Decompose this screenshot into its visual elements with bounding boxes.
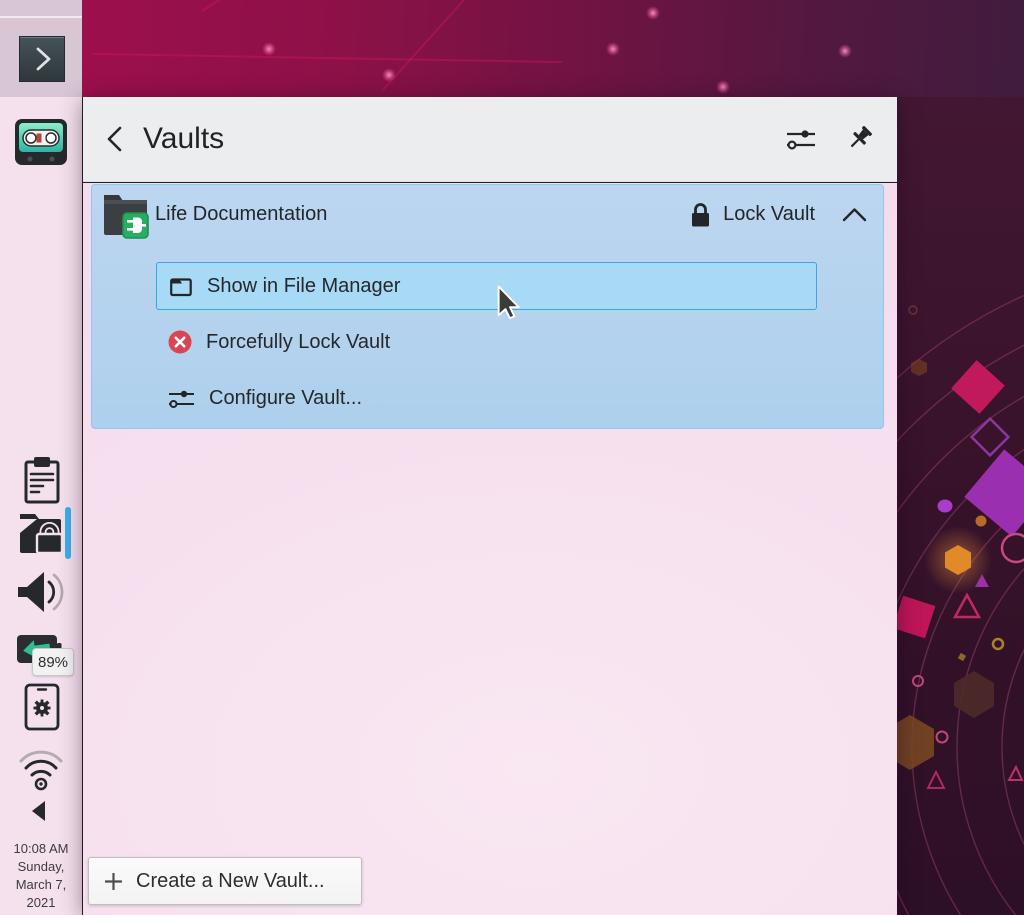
wallpaper-facet bbox=[381, 0, 557, 92]
menu-item-label: Configure Vault... bbox=[209, 386, 363, 409]
vault-folder-icon bbox=[104, 194, 149, 239]
battery-percent-badge: 89% bbox=[32, 648, 74, 676]
wallpaper-sparkle bbox=[838, 44, 852, 58]
wifi-icon bbox=[19, 750, 63, 791]
popup-body: Life Documentation Lock Vault Show in Fi… bbox=[83, 183, 897, 915]
speaker-icon bbox=[18, 572, 64, 612]
vault-name: Life Documentation bbox=[155, 202, 328, 225]
error-icon bbox=[168, 330, 192, 354]
clock-date: March 7, bbox=[15, 877, 67, 892]
wallpaper-facet bbox=[92, 52, 562, 64]
vault-folder-lock-icon bbox=[20, 514, 64, 555]
audio-volume-tray-icon[interactable] bbox=[13, 567, 67, 617]
vaults-popup: Vaults Life Documentation Lock Vault Sho… bbox=[83, 97, 897, 915]
media-player-icon[interactable] bbox=[14, 117, 68, 167]
wallpaper-top-band bbox=[82, 0, 1024, 97]
vaults-tray-icon[interactable] bbox=[17, 509, 64, 557]
popup-header: Vaults bbox=[83, 97, 897, 182]
menu-item-forcefully-lock[interactable]: Forcefully Lock Vault bbox=[156, 318, 817, 366]
create-new-vault-label: Create a New Vault... bbox=[136, 869, 325, 892]
lock-vault-action[interactable]: Lock Vault bbox=[689, 200, 815, 229]
mouse-cursor bbox=[497, 285, 520, 319]
configure-button[interactable] bbox=[785, 126, 817, 152]
wallpaper-facet bbox=[201, 0, 421, 12]
menu-item-label: Show in File Manager bbox=[207, 274, 401, 297]
configure-sliders-icon bbox=[787, 130, 815, 150]
pin-button[interactable] bbox=[843, 123, 875, 155]
triangle-left-icon bbox=[32, 801, 45, 821]
plus-icon bbox=[105, 872, 122, 890]
page-title: Vaults bbox=[143, 122, 225, 155]
configure-sliders-icon bbox=[169, 390, 194, 408]
create-new-vault-button[interactable]: Create a New Vault... bbox=[88, 857, 362, 905]
pin-icon bbox=[850, 126, 872, 148]
active-tray-indicator bbox=[65, 507, 71, 559]
clipboard-icon bbox=[24, 457, 60, 504]
wallpaper-sparkle bbox=[382, 68, 396, 82]
back-button[interactable] bbox=[105, 125, 125, 153]
chevron-up-icon bbox=[842, 207, 867, 221]
clock-time: 10:08 AM bbox=[13, 841, 69, 856]
desktop: 89% 10:08 AM Sunday, March 7, 2021 Vault… bbox=[0, 0, 1024, 915]
vault-row[interactable]: Life Documentation Lock Vault bbox=[92, 185, 883, 243]
kdeconnect-tray-icon[interactable] bbox=[24, 683, 60, 731]
clipboard-tray-icon[interactable] bbox=[21, 456, 63, 504]
menu-item-configure-vault[interactable]: Configure Vault... bbox=[156, 374, 817, 422]
lock-vault-label: Lock Vault bbox=[723, 202, 815, 225]
clock-year: 2021 bbox=[26, 895, 56, 910]
chevron-right-icon bbox=[36, 47, 51, 71]
wallpaper-sparkle bbox=[646, 6, 660, 20]
smartphone-gear-icon bbox=[24, 683, 60, 731]
wallpaper-right-band bbox=[897, 97, 1024, 915]
clock-weekday: Sunday, bbox=[17, 859, 65, 874]
chevron-left-icon bbox=[107, 126, 122, 152]
vault-item-expanded: Life Documentation Lock Vault Show in Fi… bbox=[91, 184, 884, 429]
cassette-icon bbox=[15, 119, 67, 165]
panel-expander-button[interactable] bbox=[19, 36, 65, 82]
digital-clock[interactable]: 10:08 AM Sunday, March 7, 2021 bbox=[0, 840, 82, 912]
network-tray-icon[interactable] bbox=[15, 741, 67, 793]
menu-item-show-in-file-manager[interactable]: Show in File Manager bbox=[156, 262, 817, 310]
menu-item-label: Forcefully Lock Vault bbox=[206, 330, 391, 353]
lock-icon bbox=[692, 202, 710, 226]
plasma-panel: 89% 10:08 AM Sunday, March 7, 2021 bbox=[0, 0, 82, 915]
hide-icons-button[interactable] bbox=[29, 799, 49, 823]
folder-open-icon bbox=[170, 277, 192, 296]
panel-separator bbox=[0, 16, 82, 18]
collapse-button[interactable] bbox=[842, 207, 867, 222]
wallpaper-sparkle bbox=[606, 42, 620, 56]
wallpaper-sparkle bbox=[716, 80, 730, 94]
wallpaper-sparkle bbox=[262, 42, 276, 56]
